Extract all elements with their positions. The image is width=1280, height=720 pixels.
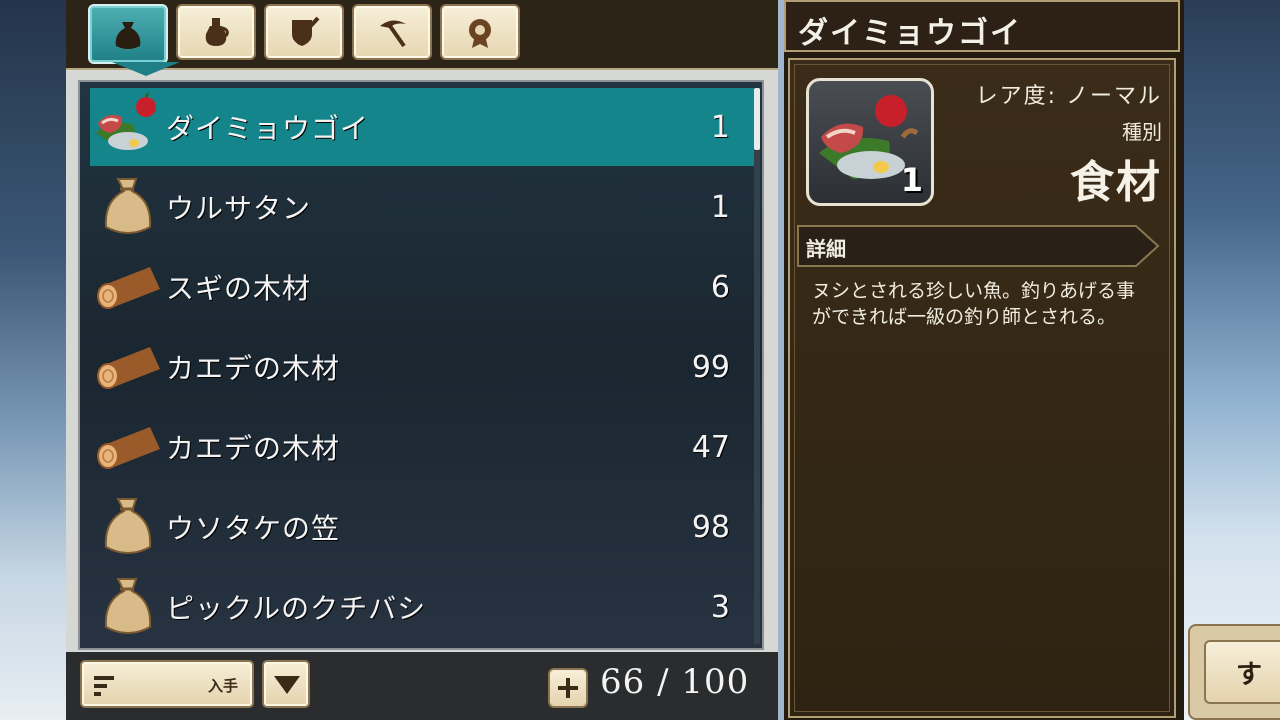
sack-icon	[90, 489, 166, 565]
sort-icon	[94, 676, 114, 696]
item-count: 1	[710, 189, 730, 225]
log-icon	[90, 329, 166, 405]
item-detail-panel: ダイミョウゴイ 1 レア度: ノーマル 種別 食材 詳細 ヌシとされる珍しい魚。…	[784, 0, 1184, 720]
item-name: ダイミョウゴイ	[166, 112, 370, 145]
type-label: 種別	[1122, 120, 1162, 144]
list-item[interactable]: スギの木材 6	[90, 248, 754, 326]
type-value: 食材	[1070, 157, 1162, 208]
tab-tools[interactable]	[352, 4, 432, 60]
background-sky-right	[1180, 0, 1280, 720]
medal-icon	[469, 19, 491, 48]
sort-button[interactable]: 入手	[80, 660, 254, 708]
item-count: 99	[691, 349, 730, 385]
potion-icon	[205, 18, 229, 46]
category-tab-bar	[66, 0, 778, 76]
item-name: カエデの木材	[166, 432, 341, 465]
details-label: 詳細	[806, 237, 846, 261]
food-icon	[90, 89, 166, 165]
item-description: ヌシとされる珍しい魚。釣りあげる事ができれば一級の釣り師とされる。	[812, 280, 1136, 328]
tab-bag[interactable]	[88, 4, 168, 64]
details-section-header: 詳細	[796, 224, 1160, 268]
sort-label: 入手	[207, 677, 238, 695]
item-name: カエデの木材	[166, 352, 341, 385]
item-count: 47	[691, 429, 730, 465]
shield-sword-icon	[292, 16, 320, 46]
sack-icon	[90, 569, 166, 645]
item-name: ピックルのクチバシ	[166, 592, 427, 625]
scroll-thumb[interactable]	[754, 88, 760, 150]
inventory-panel: ダイミョウゴイ 1 ウルサタン 1 スギの木材 6 カエデの木材 99 カエデの…	[66, 0, 778, 720]
item-count: 3	[710, 589, 730, 625]
rarity-label: レア度: ノーマル	[975, 84, 1162, 109]
list-footer: 入手 66 / 100	[66, 652, 778, 720]
item-count: 6	[710, 269, 730, 305]
partial-action-button[interactable]: す	[1188, 624, 1280, 720]
tab-potion[interactable]	[176, 4, 256, 60]
active-tab-pointer	[112, 62, 180, 76]
list-item[interactable]: カエデの木材 99	[90, 328, 754, 406]
bag-icon	[115, 22, 141, 49]
detail-item-icon: 1	[806, 78, 934, 206]
list-item[interactable]: ウソタケの笠 98	[90, 488, 754, 566]
tab-medal[interactable]	[440, 4, 520, 60]
capacity-counter: 66 / 100	[600, 662, 750, 702]
item-count: 1	[710, 109, 730, 145]
item-list[interactable]: ダイミョウゴイ 1 ウルサタン 1 スギの木材 6 カエデの木材 99 カエデの…	[78, 80, 764, 650]
item-name: ウソタケの笠	[166, 512, 341, 545]
detail-title-bar: ダイミョウゴイ	[784, 0, 1180, 52]
item-name: スギの木材	[166, 272, 312, 305]
log-icon	[90, 249, 166, 325]
list-item[interactable]: カエデの木材 47	[90, 408, 754, 486]
log-icon	[90, 409, 166, 485]
list-scrollbar[interactable]	[754, 88, 760, 644]
expand-capacity-button[interactable]	[548, 668, 588, 708]
detail-quantity: 1	[900, 161, 923, 199]
list-item[interactable]: ウルサタン 1	[90, 168, 754, 246]
background-sky-left	[0, 0, 66, 720]
section-header-banner	[797, 225, 1160, 267]
item-count: 98	[691, 509, 730, 545]
detail-title: ダイミョウゴイ	[798, 16, 1022, 51]
partial-action-label: す	[1236, 660, 1263, 690]
list-item[interactable]: ダイミョウゴイ 1	[90, 88, 754, 166]
sack-icon	[90, 169, 166, 245]
tab-equipment[interactable]	[264, 4, 344, 60]
item-name: ウルサタン	[166, 192, 312, 225]
list-item[interactable]: ピックルのクチバシ 3	[90, 568, 754, 646]
detail-body: 1 レア度: ノーマル 種別 食材 詳細 ヌシとされる珍しい魚。釣りあげる事がで…	[788, 58, 1176, 718]
pickaxe-icon	[380, 20, 406, 48]
sort-order-button[interactable]	[262, 660, 310, 708]
